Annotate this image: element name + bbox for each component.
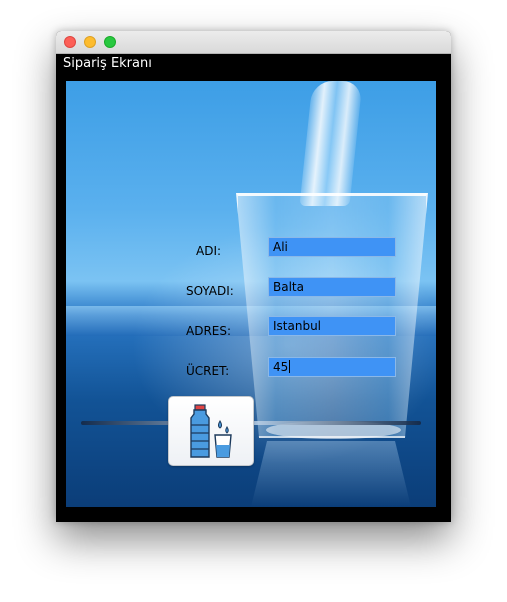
close-window-button[interactable] bbox=[64, 36, 76, 48]
soyad-field[interactable]: Balta bbox=[268, 277, 396, 297]
minimize-window-button[interactable] bbox=[84, 36, 96, 48]
frame-title: Sipariş Ekranı bbox=[63, 56, 152, 71]
zoom-window-button[interactable] bbox=[104, 36, 116, 48]
glass-reflection-image bbox=[251, 441, 411, 507]
ucret-value: 45 bbox=[273, 360, 289, 374]
water-bottle-and-glass-icon bbox=[190, 404, 232, 458]
text-caret bbox=[289, 360, 291, 373]
ad-label: ADI: bbox=[196, 244, 222, 258]
soyad-label: SOYADI: bbox=[186, 284, 234, 298]
ad-field[interactable]: Ali bbox=[268, 237, 396, 257]
ucret-field[interactable]: 45 bbox=[268, 357, 396, 377]
background-image-panel: ADI: Ali SOYADI: Balta ADRES: Istanbul Ü… bbox=[66, 81, 436, 507]
order-window: Sipariş Ekranı ADI: Ali SOYADI: Balta AD… bbox=[56, 31, 451, 522]
order-button[interactable] bbox=[168, 396, 254, 466]
adres-label: ADRES: bbox=[186, 324, 232, 338]
window-titlebar[interactable] bbox=[56, 31, 451, 54]
water-stream-image bbox=[299, 81, 363, 206]
ucret-label: ÜCRET: bbox=[186, 364, 230, 378]
adres-field[interactable]: Istanbul bbox=[268, 316, 396, 336]
